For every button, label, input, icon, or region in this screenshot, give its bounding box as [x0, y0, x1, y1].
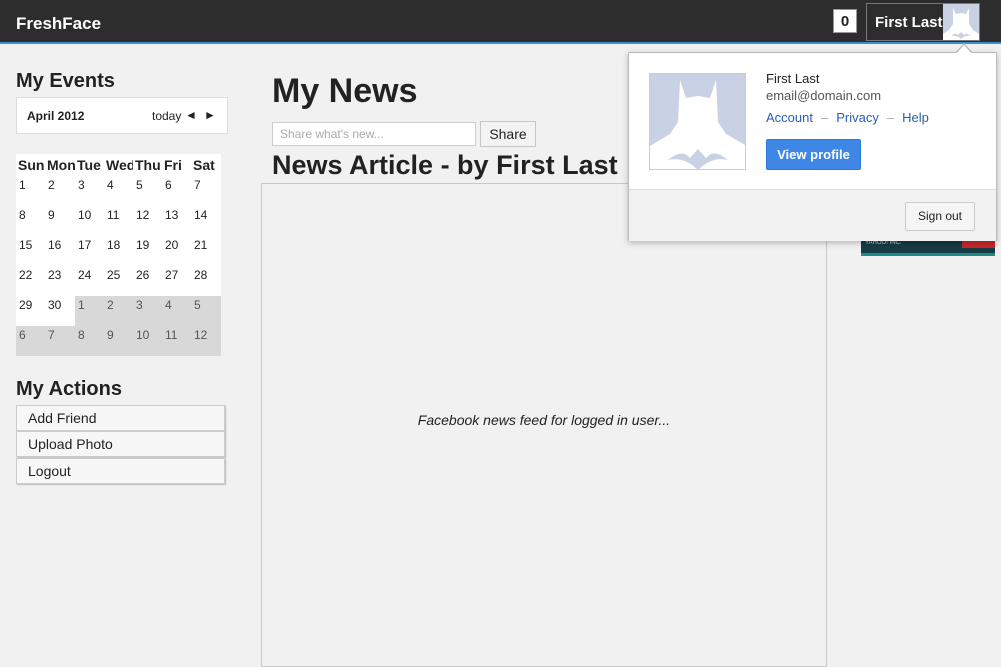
calendar-month: April 2012 — [27, 109, 85, 123]
avatar — [943, 4, 979, 40]
calendar-day[interactable]: 9 — [45, 206, 75, 236]
privacy-link[interactable]: Privacy — [836, 110, 879, 125]
calendar-day[interactable]: 30 — [45, 296, 75, 326]
calendar-weekday: Thu — [133, 154, 162, 176]
calendar-day[interactable]: 20 — [162, 236, 191, 266]
calendar-day[interactable]: 5 — [133, 176, 162, 206]
calendar-day[interactable]: 10 — [133, 326, 162, 356]
calendar-day[interactable]: 11 — [162, 326, 191, 356]
calendar-day[interactable]: 3 — [133, 296, 162, 326]
calendar-prev-icon[interactable]: ◄ — [185, 108, 197, 122]
calendar-day[interactable]: 7 — [191, 176, 221, 206]
link-separator: – — [820, 110, 829, 125]
calendar-next-icon[interactable]: ► — [204, 108, 216, 122]
calendar-week: 15 16 17 18 19 20 21 — [16, 236, 228, 266]
notification-count[interactable]: 0 — [833, 9, 857, 33]
calendar-week: 1234567 — [16, 176, 228, 206]
calendar-day[interactable]: 14 — [191, 206, 221, 236]
calendar-day[interactable]: 25 — [104, 266, 133, 296]
calendar-day[interactable]: 12 — [191, 326, 221, 356]
view-profile-button[interactable]: View profile — [766, 139, 861, 170]
calendar-day[interactable]: 18 — [104, 236, 133, 266]
profile-popup: First Last email@domain.com Account – Priv… — [628, 52, 997, 241]
share-button[interactable]: Share — [480, 121, 536, 147]
batman-avatar-icon — [943, 4, 979, 40]
profile-avatar — [649, 73, 746, 170]
calendar-today-button[interactable]: today — [152, 109, 181, 123]
page-title: My News — [272, 72, 418, 110]
batman-avatar-icon — [650, 74, 745, 169]
calendar-day[interactable]: 6 — [16, 326, 45, 356]
calendar-week: 29 30 1 2 3 4 5 — [16, 296, 228, 326]
calendar-day[interactable]: 13 — [162, 206, 191, 236]
profile-email: email@domain.com — [766, 88, 882, 103]
calendar-weekday: Mon — [45, 154, 76, 176]
calendar-day[interactable]: 6 — [162, 176, 191, 206]
link-separator: – — [886, 110, 895, 125]
news-feed-panel: Facebook news feed for logged in user... — [261, 183, 827, 667]
user-menu-button[interactable]: First Last — [866, 3, 980, 41]
add-friend-button[interactable]: Add Friend — [16, 405, 225, 431]
events-heading: My Events — [16, 70, 115, 92]
profile-name: First Last — [766, 71, 820, 86]
calendar-weekday: Wed — [104, 154, 135, 176]
calendar-day[interactable]: 27 — [162, 266, 191, 296]
calendar-day[interactable]: 19 — [133, 236, 162, 266]
calendar-week: 8 9 10 11 12 13 14 — [16, 206, 228, 236]
calendar-day[interactable]: 10 — [75, 206, 104, 236]
feed-placeholder-text: Facebook news feed for logged in user... — [417, 412, 671, 428]
calendar-day[interactable]: 8 — [75, 326, 104, 356]
calendar-grid: Sun Mon Tue Wed Thu Fri Sat 1 2 3 4 5 6 7 8 9 10 11 12 13 14… — [16, 154, 228, 356]
help-link[interactable]: Help — [902, 110, 929, 125]
calendar-day[interactable]: 7 — [45, 326, 75, 356]
calendar-day[interactable]: 9 — [104, 326, 133, 356]
calendar-day[interactable]: 1 — [75, 296, 104, 326]
calendar-day[interactable]: 8 — [16, 206, 45, 236]
logout-button[interactable]: Logout — [16, 458, 225, 484]
calendar-day[interactable]: 24 — [75, 266, 104, 296]
calendar-day[interactable]: 1 — [16, 176, 45, 206]
calendar-header: April 2012 today ◄ ► — [16, 97, 228, 134]
calendar-day[interactable]: 4 — [104, 176, 133, 206]
calendar-day[interactable]: 28 — [191, 266, 221, 296]
user-name: First Last — [875, 14, 943, 31]
calendar-day[interactable]: 15 — [16, 236, 45, 266]
profile-links: Account – Privacy – Help — [766, 110, 929, 125]
calendar-weekday: Fri — [162, 154, 191, 176]
share-input[interactable] — [272, 122, 476, 146]
calendar-day[interactable]: 26 — [133, 266, 162, 296]
popup-footer: Sign out — [629, 189, 996, 241]
popup-arrow-inner — [956, 45, 972, 54]
calendar-day[interactable]: 23 — [45, 266, 75, 296]
brand-logo[interactable]: FreshFace — [16, 14, 101, 34]
account-link[interactable]: Account — [766, 110, 813, 125]
calendar-weekday: Sun — [16, 154, 45, 176]
calendar-day[interactable]: 22 — [16, 266, 45, 296]
calendar-day[interactable]: 11 — [104, 206, 133, 236]
calendar-week: 22 23 24 25 26 27 28 — [16, 266, 228, 296]
calendar-day[interactable]: 2 — [45, 176, 75, 206]
calendar-day[interactable]: 29 — [16, 296, 45, 326]
article-title: News Article - by First Last — [272, 150, 618, 180]
top-bar: FreshFace 0 First Last — [0, 0, 1001, 44]
calendar-weekday: Sat — [191, 154, 221, 176]
calendar-day[interactable]: 12 — [133, 206, 162, 236]
calendar-day[interactable]: 5 — [191, 296, 221, 326]
upload-photo-button[interactable]: Upload Photo — [16, 431, 225, 457]
actions-heading: My Actions — [16, 378, 122, 400]
calendar-week: 6 7 8 9 10 11 12 — [16, 326, 228, 356]
calendar-day[interactable]: 21 — [191, 236, 221, 266]
calendar-weekday: Tue — [75, 154, 104, 176]
calendar-day[interactable]: 17 — [75, 236, 104, 266]
calendar-day[interactable]: 4 — [162, 296, 191, 326]
sign-out-button[interactable]: Sign out — [905, 202, 975, 231]
calendar-day[interactable]: 2 — [104, 296, 133, 326]
calendar-day[interactable]: 3 — [75, 176, 104, 206]
calendar-day[interactable]: 16 — [45, 236, 75, 266]
